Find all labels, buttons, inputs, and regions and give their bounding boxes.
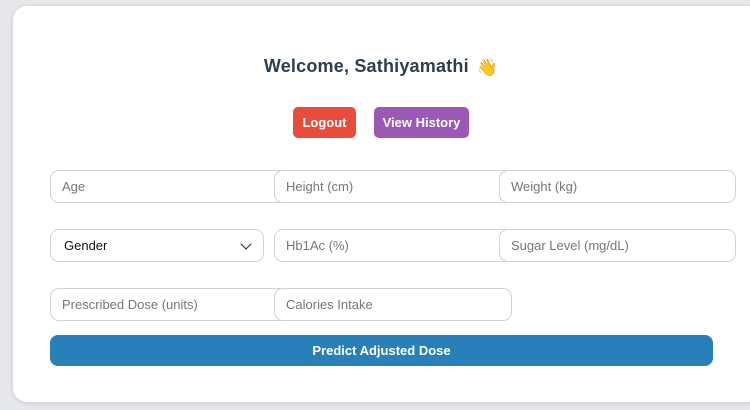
view-history-button[interactable]: View History xyxy=(374,107,469,138)
height-input[interactable] xyxy=(274,170,514,203)
hba1c-input[interactable] xyxy=(274,229,514,262)
welcome-heading: Welcome, Sathiyamathi 👋 xyxy=(13,56,749,78)
gender-select-value: Gender xyxy=(64,238,108,253)
calories-intake-input[interactable] xyxy=(274,288,512,321)
sugar-level-input[interactable] xyxy=(499,229,736,262)
prescribed-dose-input[interactable] xyxy=(50,288,288,321)
chevron-down-icon xyxy=(240,237,252,250)
welcome-text: Welcome, Sathiyamathi xyxy=(263,56,469,76)
main-card: Welcome, Sathiyamathi 👋 Logout View Histo… xyxy=(13,6,750,402)
waving-hand-icon: 👋 xyxy=(476,58,499,77)
weight-input[interactable] xyxy=(499,170,736,203)
age-input[interactable] xyxy=(50,170,288,203)
predict-dose-button[interactable]: Predict Adjusted Dose xyxy=(50,335,713,366)
gender-select[interactable]: Gender xyxy=(50,229,264,262)
logout-button[interactable]: Logout xyxy=(293,107,356,138)
